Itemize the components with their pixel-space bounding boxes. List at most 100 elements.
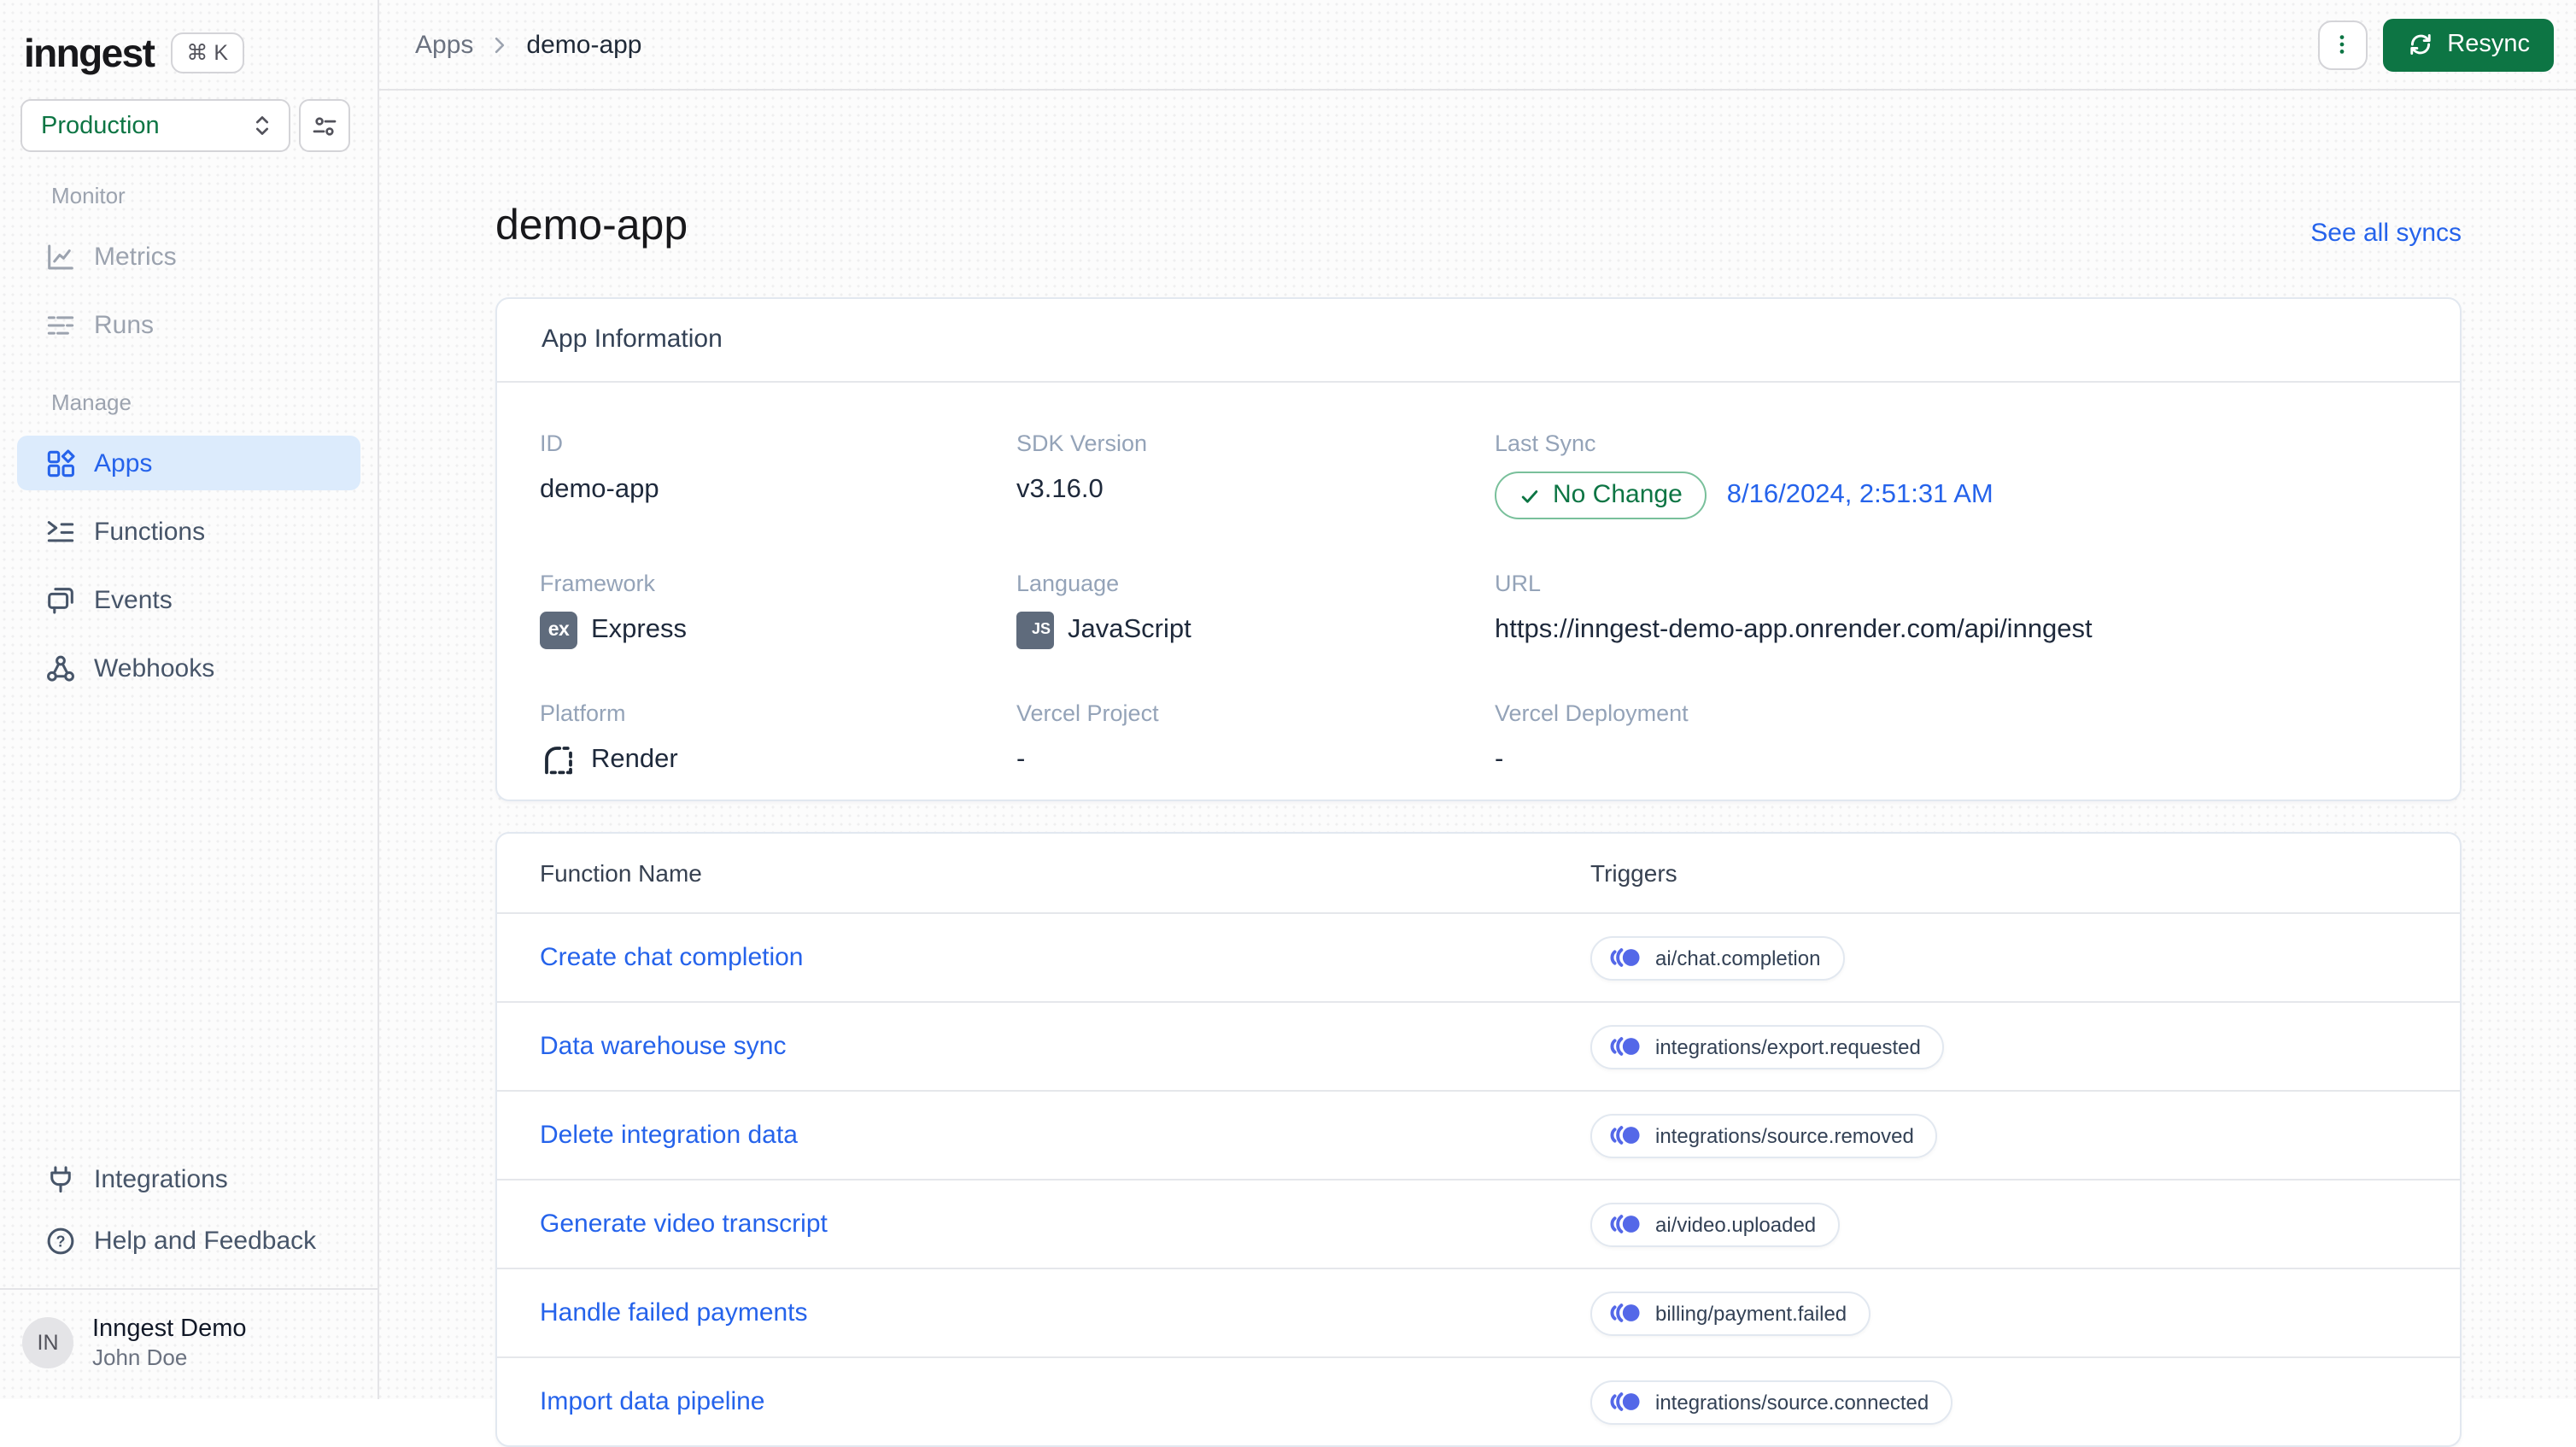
sidebar-item-integrations[interactable]: Integrations [17, 1151, 360, 1206]
trigger-badge: billing/payment.failed [1590, 1291, 1871, 1335]
app-actions-menu-button[interactable] [2317, 20, 2368, 69]
trigger-badge: integrations/export.requested [1590, 1024, 1945, 1069]
trigger-badge: ai/video.uploaded [1590, 1202, 1841, 1246]
event-trigger-icon [1609, 1035, 1642, 1057]
environment-selector[interactable]: Production [20, 99, 290, 152]
trigger-badge: integrations/source.connected [1590, 1380, 1953, 1424]
sidebar-item-label: Functions [94, 517, 206, 546]
field-label: Last Sync [1495, 431, 1596, 456]
table-row: Import data pipeline integrations/source… [497, 1356, 2460, 1445]
user-menu[interactable]: IN Inngest Demo John Doe [0, 1288, 378, 1375]
no-change-badge: No Change [1495, 472, 1707, 519]
field-value: Render [540, 741, 1016, 779]
column-triggers: Triggers [1590, 859, 1677, 887]
page-content: demo-app See all syncs App Information I… [379, 91, 2576, 1447]
sidebar-item-apps[interactable]: Apps [17, 436, 360, 490]
field-platform: Platform Render [540, 699, 1016, 779]
function-link[interactable]: Import data pipeline [540, 1387, 1590, 1416]
field-framework: Framework ex Express [540, 569, 1016, 649]
field-value: v3.16.0 [1016, 475, 1104, 504]
function-link[interactable]: Handle failed payments [540, 1298, 1590, 1327]
functions-card: Function Name Triggers Create chat compl… [495, 832, 2462, 1447]
sidebar-footer: Integrations ? Help and Feedback IN Inng… [0, 1145, 378, 1375]
sidebar-item-metrics[interactable]: Metrics [17, 229, 360, 284]
resync-button[interactable]: Resync [2382, 18, 2554, 71]
see-all-syncs-link[interactable]: See all syncs [2310, 217, 2462, 251]
app-information-card: App Information ID demo-app SDK Version … [495, 297, 2462, 801]
field-url: URL https://inngest-demo-app.onrender.co… [1495, 569, 2415, 649]
table-row: Delete integration data integrations/sou… [497, 1090, 2460, 1179]
sidebar-item-help[interactable]: ? Help and Feedback [17, 1213, 360, 1268]
field-value: - [1495, 745, 1504, 774]
framework-name: Express [591, 615, 687, 644]
user-org: Inngest Demo [92, 1315, 247, 1343]
resync-label: Resync [2447, 31, 2530, 58]
field-sdk-version: SDK Version v3.16.0 [1016, 429, 1495, 519]
svg-text:?: ? [56, 1232, 65, 1249]
trigger-name: integrations/source.removed [1655, 1123, 1914, 1147]
webhook-icon [44, 652, 77, 684]
function-link[interactable]: Generate video transcript [540, 1210, 1590, 1239]
field-value: JS JavaScript [1016, 612, 1495, 649]
sidebar-item-label: Help and Feedback [94, 1226, 317, 1255]
sidebar-item-webhooks[interactable]: Webhooks [17, 641, 360, 695]
table-row: Generate video transcript ai/video.uploa… [497, 1179, 2460, 1268]
field-last-sync: Last Sync No Change 8/16/2024, 2:51:31 A… [1495, 429, 2415, 519]
section-label-monitor: Monitor [51, 183, 126, 208]
function-link[interactable]: Data warehouse sync [540, 1032, 1590, 1061]
topbar-actions: Resync [2317, 18, 2554, 71]
sliders-icon [311, 112, 338, 139]
sidebar-item-runs[interactable]: Runs [17, 297, 360, 352]
sidebar-item-label: Integrations [94, 1164, 228, 1193]
sync-status-label: No Change [1553, 480, 1683, 509]
app-url: https://inngest-demo-app.onrender.com/ap… [1495, 615, 2093, 644]
field-label: Platform [540, 700, 626, 726]
topbar: Apps demo-app Resync [379, 0, 2576, 91]
app-information-grid: ID demo-app SDK Version v3.16.0 Last Syn… [497, 383, 2460, 800]
function-link[interactable]: Create chat completion [540, 943, 1590, 972]
sidebar-item-label: Runs [94, 310, 155, 339]
field-label: URL [1495, 571, 1542, 596]
field-label: ID [540, 431, 563, 456]
field-language: Language JS JavaScript [1016, 569, 1495, 649]
environment-filter-button[interactable] [299, 99, 350, 152]
sidebar-item-functions[interactable]: Functions [17, 504, 360, 559]
environment-row: Production [0, 99, 378, 152]
user-info: Inngest Demo John Doe [92, 1314, 247, 1372]
sidebar-item-label: Apps [94, 448, 153, 477]
field-value: demo-app [540, 475, 659, 504]
field-label: SDK Version [1016, 431, 1148, 456]
trigger-name: ai/chat.completion [1655, 946, 1821, 970]
avatar: IN [22, 1317, 73, 1368]
command-k-shortcut[interactable]: ⌘ K [171, 32, 243, 73]
field-value: ex Express [540, 612, 1016, 649]
field-vercel-project: Vercel Project - [1016, 699, 1495, 779]
logo-row: inngest ⌘ K [0, 24, 378, 82]
environment-label: Production [41, 112, 160, 139]
page-title: demo-app [495, 202, 688, 249]
field-label: Vercel Project [1016, 700, 1159, 726]
express-icon: ex [540, 612, 577, 649]
field-label: Language [1016, 571, 1120, 596]
last-sync-time-link[interactable]: 8/16/2024, 2:51:31 AM [1727, 480, 1993, 511]
field-vercel-deployment: Vercel Deployment - [1495, 699, 2415, 779]
trigger-name: integrations/export.requested [1655, 1034, 1921, 1058]
event-trigger-icon [1609, 946, 1642, 969]
apps-grid-icon [44, 447, 77, 479]
sidebar-item-label: Webhooks [94, 653, 215, 682]
events-icon [44, 583, 77, 616]
page-head: demo-app See all syncs [495, 200, 2462, 251]
table-row: Create chat completion ai/chat.completio… [497, 912, 2460, 1001]
field-value: - [1016, 745, 1026, 774]
sync-icon [2406, 31, 2433, 58]
breadcrumb-apps[interactable]: Apps [415, 30, 473, 59]
event-trigger-icon [1609, 1391, 1642, 1413]
javascript-icon: JS [1016, 612, 1054, 649]
help-icon: ? [44, 1224, 77, 1257]
runs-icon [44, 308, 77, 341]
field-label: Vercel Deployment [1495, 700, 1689, 726]
app-information-title: App Information [497, 299, 2460, 383]
sidebar-item-events[interactable]: Events [17, 572, 360, 627]
function-link[interactable]: Delete integration data [540, 1121, 1590, 1150]
chevron-updown-icon [249, 113, 275, 138]
